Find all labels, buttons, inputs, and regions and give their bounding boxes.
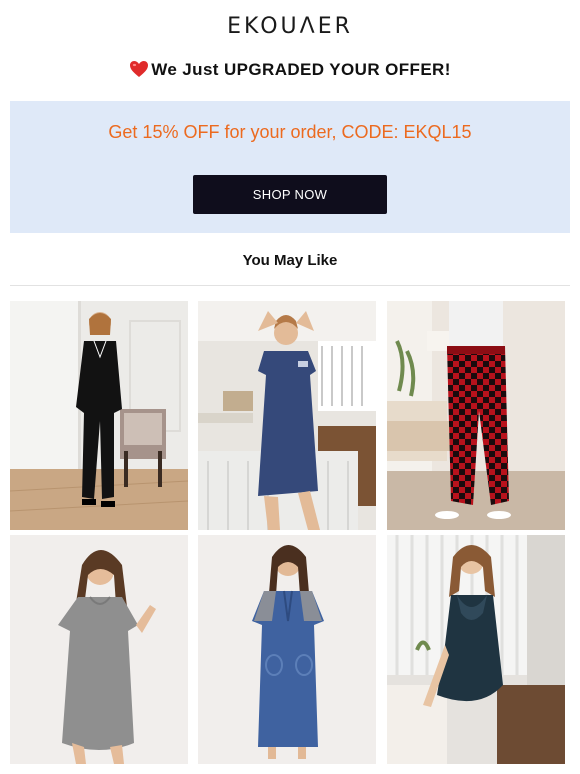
product-navy-lace-chemise[interactable] (387, 535, 565, 764)
product-navy-short-sleeve-nightshirt[interactable] (198, 301, 376, 530)
offer-banner: Get 15% OFF for your order, CODE: EKQL15… (10, 101, 570, 233)
product-red-plaid-pajama-pants[interactable] (387, 301, 565, 530)
heart-icon (129, 60, 149, 83)
offer-code-text: Get 15% OFF for your order, CODE: EKQL15 (108, 122, 472, 142)
product-blue-henley-long-nightgown[interactable] (198, 535, 376, 764)
you-may-like-title: You May Like (242, 252, 338, 269)
offer-headline: We Just UPGRADED YOUR OFFER! (0, 60, 580, 83)
headline-text: We Just UPGRADED YOUR OFFER! (151, 60, 451, 79)
product-black-button-pajama-set[interactable] (10, 301, 188, 530)
section-divider (10, 285, 570, 286)
shop-now-button[interactable]: SHOP NOW (193, 175, 387, 214)
brand-logo[interactable]: EKOUΛER (0, 14, 580, 39)
product-gray-scoop-neck-nightgown[interactable] (10, 535, 188, 764)
